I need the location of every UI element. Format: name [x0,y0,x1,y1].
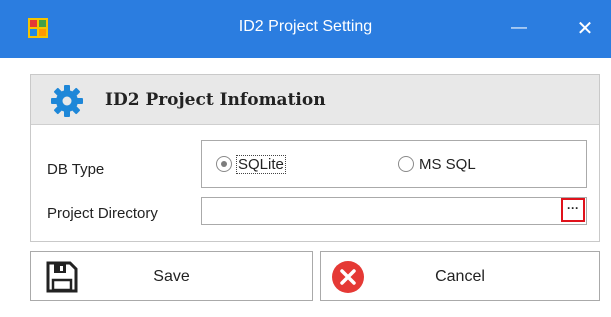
project-directory-input[interactable] [201,197,587,225]
radio-sqlite[interactable]: SQLite [216,154,286,174]
radio-mssql-label[interactable]: MS SQL [419,156,476,173]
browse-button[interactable]: ··· [561,198,585,222]
gear-icon [51,85,83,117]
project-info-panel: ID2 Project Infomation DB Type SQLite MS… [30,74,600,242]
radio-button-checked[interactable] [216,156,232,172]
db-type-radio-group: SQLite MS SQL [201,140,587,188]
panel-title: ID2 Project Infomation [105,90,326,110]
radio-sqlite-label[interactable]: SQLite [236,154,286,174]
cancel-button-label: Cancel [435,268,485,285]
minimize-button[interactable]: — [502,16,536,40]
cancel-button[interactable]: Cancel [320,251,600,301]
project-directory-label: Project Directory [47,205,158,222]
db-type-label: DB Type [47,161,105,178]
title-bar: ID2 Project Setting — ✕ [0,0,611,58]
radio-button-unchecked[interactable] [398,156,414,172]
save-button-label: Save [153,268,190,285]
close-button[interactable]: ✕ [570,14,600,44]
panel-header: ID2 Project Infomation [31,75,599,125]
save-button[interactable]: Save [30,251,313,301]
radio-mssql[interactable]: MS SQL [398,154,476,174]
